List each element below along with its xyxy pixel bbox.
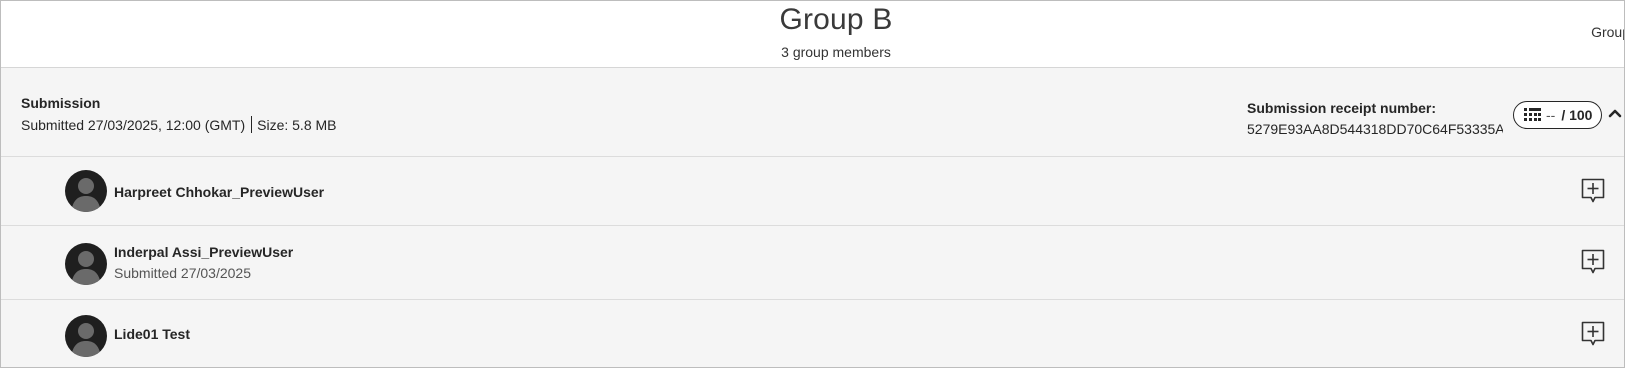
member-name: Inderpal Assi_PreviewUser (114, 244, 294, 260)
submission-summary: Submission Submitted 27/03/2025, 12:00 (… (1, 68, 1624, 157)
submission-label: Submission (21, 95, 101, 111)
member-row: Lide01 Test (1, 300, 1624, 367)
add-feedback-icon[interactable] (1581, 178, 1605, 204)
submission-size: Size: 5.8 MB (257, 117, 337, 133)
add-feedback-icon[interactable] (1581, 249, 1605, 275)
user-avatar-icon (65, 243, 107, 285)
member-name: Harpreet Chhokar_PreviewUser (114, 184, 325, 200)
grade-value: -- (1546, 107, 1556, 123)
grade-out-of: / 100 (1561, 107, 1593, 123)
group-member-count: 3 group members (781, 44, 891, 60)
divider (251, 116, 253, 133)
group-title: Group B (779, 3, 893, 36)
receipt-number: 5279E93AA8D544318DD70C64F53335AE (1247, 121, 1503, 137)
calculator-icon (1524, 108, 1541, 121)
group-header: Group B 3 group members Group (1, 1, 1624, 68)
grade-input[interactable]: -- / 100 (1513, 101, 1602, 129)
submission-details: Submitted 27/03/2025, 12:00 (GMT) Size: 5… (21, 116, 337, 133)
submission-date: Submitted 27/03/2025, 12:00 (GMT) (21, 117, 246, 133)
member-row: Inderpal Assi_PreviewUser Submitted 27/0… (1, 226, 1624, 300)
receipt-label: Submission receipt number: (1247, 100, 1437, 116)
member-name: Lide01 Test (114, 326, 190, 342)
member-submission-status: Submitted 27/03/2025 (114, 265, 251, 281)
member-row: Harpreet Chhokar_PreviewUser (1, 157, 1624, 226)
user-avatar-icon (65, 170, 107, 212)
user-avatar-icon (65, 315, 107, 357)
add-feedback-icon[interactable] (1581, 321, 1605, 347)
chevron-up-icon[interactable] (1608, 108, 1622, 118)
submission-grading-panel: Group B 3 group members Group Submission… (0, 0, 1625, 368)
group-nav-label[interactable]: Group (1591, 24, 1624, 40)
